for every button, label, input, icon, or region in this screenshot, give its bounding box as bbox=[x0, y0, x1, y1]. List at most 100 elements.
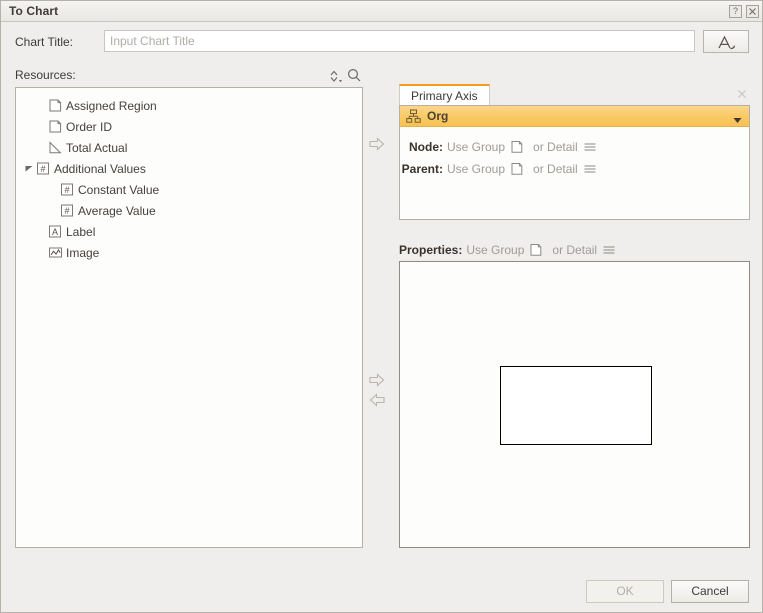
chart-title-row: Chart Title: bbox=[1, 22, 762, 62]
arrow-right-icon bbox=[369, 137, 385, 151]
properties-panel[interactable] bbox=[399, 261, 750, 548]
document-glyph bbox=[49, 120, 62, 133]
close-icon[interactable] bbox=[746, 5, 759, 18]
font-style-button[interactable] bbox=[703, 30, 749, 53]
org-hierarchy-glyph bbox=[406, 109, 421, 123]
tree-item-label: Total Actual bbox=[66, 140, 128, 155]
tree-expander-expanded-icon[interactable] bbox=[24, 163, 35, 174]
tree-item-label: Image bbox=[66, 245, 100, 260]
chart-title-label: Chart Title: bbox=[15, 35, 74, 49]
number-icon: # bbox=[60, 182, 75, 197]
document-icon[interactable] bbox=[510, 140, 524, 154]
add-to-axis-button[interactable] bbox=[369, 137, 385, 154]
tree-expander-icon bbox=[36, 121, 47, 132]
properties-header: Properties: Use Group or Detail bbox=[399, 243, 621, 257]
close-x-glyph bbox=[738, 90, 746, 98]
tree-item-total-actual[interactable]: Total Actual bbox=[16, 137, 362, 158]
document-icon[interactable] bbox=[510, 162, 524, 176]
number-hash-glyph: # bbox=[61, 204, 73, 217]
svg-text:A: A bbox=[52, 227, 58, 237]
axis-tab-close-icon[interactable] bbox=[735, 87, 749, 101]
primary-axis-panel: Org Node: Use Group or Detail Parent: Use Gr… bbox=[399, 105, 750, 220]
close-x-glyph bbox=[749, 8, 756, 15]
list-lines-glyph bbox=[584, 165, 596, 173]
svg-text:#: # bbox=[64, 185, 69, 195]
tree-item-label: Average Value bbox=[78, 203, 156, 218]
property-drop-placeholder[interactable] bbox=[500, 366, 652, 445]
org-label: Org bbox=[427, 109, 449, 123]
tree-expander-icon bbox=[48, 205, 59, 216]
tree-expander-icon bbox=[36, 226, 47, 237]
number-hash-glyph: # bbox=[61, 183, 73, 196]
axis-or-detail-text: or Detail bbox=[533, 162, 578, 176]
add-to-properties-button[interactable] bbox=[369, 373, 385, 390]
number-hash-glyph: # bbox=[37, 162, 49, 175]
arrow-right-icon bbox=[369, 373, 385, 387]
tree-item-additional-values[interactable]: # Additional Values bbox=[16, 158, 362, 179]
tree-item-label: Label bbox=[66, 224, 96, 239]
svg-text:#: # bbox=[40, 164, 45, 174]
list-lines-icon[interactable] bbox=[602, 243, 616, 257]
axis-field-parent: Parent: Use Group or Detail bbox=[400, 162, 602, 176]
tree-item-label: Constant Value bbox=[78, 182, 160, 197]
arrow-left-icon bbox=[369, 393, 385, 407]
properties-use-group-text: Use Group bbox=[466, 243, 525, 257]
tree-item-label: Assigned Region bbox=[66, 98, 157, 113]
document-glyph bbox=[511, 141, 523, 153]
triangle-down-glyph bbox=[25, 166, 33, 172]
axis-use-group-text: Use Group bbox=[447, 162, 506, 176]
to-chart-dialog: To Chart ? Chart Title: Resources: bbox=[0, 0, 763, 613]
chevron-down-glyph bbox=[733, 118, 742, 123]
axis-use-group-text: Use Group bbox=[447, 140, 506, 154]
tree-expander-icon bbox=[36, 247, 47, 258]
sort-updown-glyph bbox=[330, 70, 342, 83]
tree-item-average-value[interactable]: # Average Value bbox=[16, 200, 362, 221]
chevron-down-icon[interactable] bbox=[733, 113, 742, 127]
org-hierarchy-icon bbox=[406, 109, 421, 124]
trendline-glyph bbox=[49, 141, 62, 154]
text-a-glyph: A bbox=[49, 225, 61, 238]
search-glyph bbox=[347, 68, 361, 82]
remove-from-properties-button[interactable] bbox=[369, 393, 385, 410]
axis-field-node: Node: Use Group or Detail bbox=[400, 140, 602, 154]
tree-item-image[interactable]: Image bbox=[16, 242, 362, 263]
document-icon bbox=[48, 119, 63, 134]
axis-tabstrip: Primary Axis bbox=[399, 84, 750, 106]
tree-item-label[interactable]: A Label bbox=[16, 221, 362, 242]
tree-item-assigned-region[interactable]: Assigned Region bbox=[16, 95, 362, 116]
font-style-a-icon bbox=[718, 35, 735, 50]
document-glyph bbox=[49, 99, 62, 112]
resources-tree[interactable]: Assigned Region Order ID Total Actual # Addi… bbox=[15, 87, 363, 548]
help-question-icon[interactable]: ? bbox=[729, 5, 742, 18]
org-selector[interactable]: Org bbox=[400, 106, 749, 127]
number-icon: # bbox=[60, 203, 75, 218]
cancel-button[interactable]: Cancel bbox=[671, 580, 749, 603]
list-lines-icon[interactable] bbox=[583, 140, 597, 154]
tree-item-constant-value[interactable]: # Constant Value bbox=[16, 179, 362, 200]
properties-or-detail-text: or Detail bbox=[552, 243, 598, 257]
tab-primary-axis[interactable]: Primary Axis bbox=[399, 84, 490, 106]
ok-button[interactable]: OK bbox=[586, 580, 664, 603]
list-lines-icon[interactable] bbox=[583, 162, 597, 176]
chart-title-input[interactable] bbox=[104, 30, 695, 52]
document-icon[interactable] bbox=[529, 243, 543, 257]
tree-item-order-id[interactable]: Order ID bbox=[16, 116, 362, 137]
resources-label: Resources: bbox=[15, 68, 76, 82]
tree-item-label: Additional Values bbox=[54, 161, 146, 176]
trendline-icon bbox=[48, 140, 63, 155]
linechart-glyph bbox=[49, 247, 62, 258]
document-icon bbox=[48, 98, 63, 113]
tree-expander-icon bbox=[36, 100, 47, 111]
tree-item-label: Order ID bbox=[66, 119, 113, 134]
list-lines-glyph bbox=[584, 143, 596, 151]
list-lines-glyph bbox=[603, 246, 615, 254]
linechart-icon bbox=[48, 245, 63, 260]
document-glyph bbox=[530, 244, 542, 256]
tree-expander-icon bbox=[48, 184, 59, 195]
axis-field-key: Parent: bbox=[401, 162, 443, 176]
axis-field-key: Node: bbox=[409, 140, 443, 154]
document-glyph bbox=[511, 163, 523, 175]
search-magnifier-icon[interactable] bbox=[346, 67, 362, 83]
sort-updown-icon[interactable] bbox=[325, 68, 343, 84]
properties-label: Properties: bbox=[399, 243, 463, 257]
